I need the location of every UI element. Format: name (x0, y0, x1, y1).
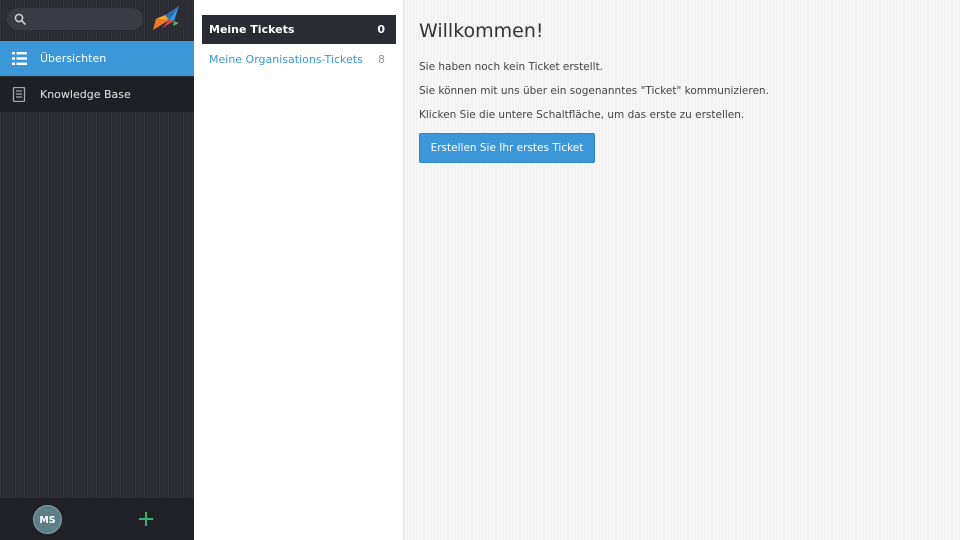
sidebar-item-label: Knowledge Base (40, 88, 131, 101)
overview-item-organisations-tickets[interactable]: Meine Organisations-Tickets 8 (202, 45, 396, 74)
list-icon (12, 52, 27, 65)
overview-name: Meine Tickets (209, 23, 295, 36)
info-text-3: Klicken Sie die untere Schaltfläche, um … (419, 109, 745, 121)
overview-list: Meine Tickets 0 Meine Organisations-Tick… (194, 0, 404, 540)
search-icon (14, 13, 26, 25)
sidebar-item-label: Übersichten (40, 52, 107, 65)
search-input[interactable] (7, 8, 143, 30)
info-text-2: Sie können mit uns über ein sogenanntes … (419, 85, 769, 97)
page-title: Willkommen! (419, 20, 544, 42)
overview-item-meine-tickets[interactable]: Meine Tickets 0 (202, 15, 396, 44)
overview-name: Meine Organisations-Tickets (209, 53, 363, 66)
avatar[interactable]: MS (33, 505, 62, 534)
overview-count: 0 (377, 23, 385, 36)
info-text-1: Sie haben noch kein Ticket erstellt. (419, 61, 604, 73)
sidebar-item-uebersichten[interactable]: Übersichten (0, 41, 194, 76)
sidebar-footer: MS (0, 498, 194, 540)
overview-count: 8 (378, 53, 385, 66)
add-icon[interactable] (139, 512, 153, 526)
main-content: Willkommen! Sie haben noch kein Ticket e… (404, 0, 960, 540)
sidebar-item-knowledge-base[interactable]: Knowledge Base (0, 77, 194, 112)
main-navigation: Übersichten Knowledge Base MS (0, 0, 194, 540)
book-icon (12, 87, 26, 102)
create-first-ticket-button[interactable]: Erstellen Sie Ihr erstes Ticket (419, 133, 595, 163)
logo-icon[interactable] (152, 5, 182, 33)
